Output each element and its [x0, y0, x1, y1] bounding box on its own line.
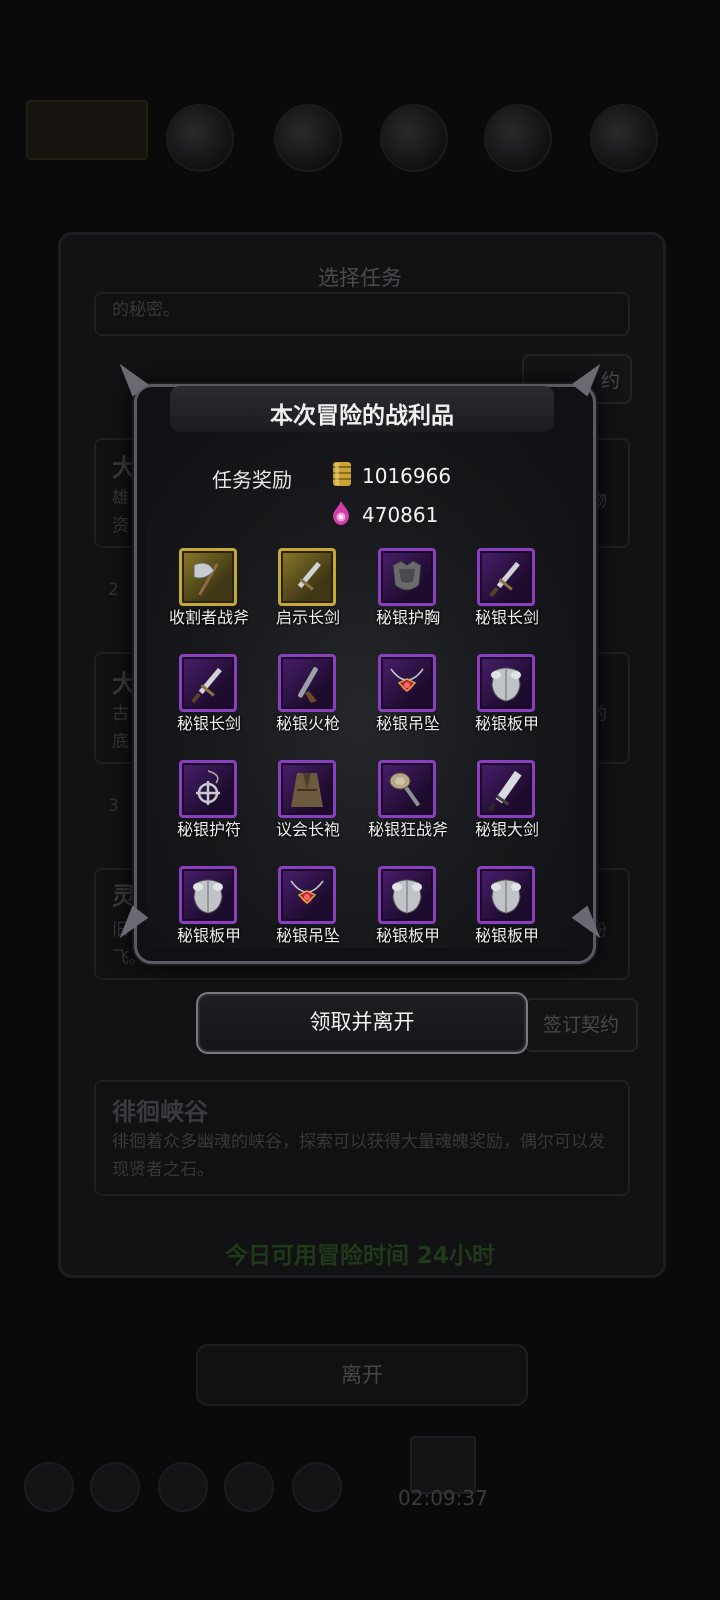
item-label: 秘银吊坠: [375, 714, 440, 733]
soul-amount: 470861: [362, 503, 439, 527]
avatar: [484, 104, 552, 172]
soul-flame-icon: [333, 501, 349, 525]
loot-item[interactable]: 秘银护符: [162, 760, 258, 856]
item-label: 秘银板甲: [176, 926, 241, 945]
pendant-icon: [390, 668, 424, 693]
claim-and-leave-label: 领取并离开: [309, 1010, 415, 1034]
item-slot: [378, 654, 436, 712]
item-slot: [378, 866, 436, 924]
quest-number: 2: [108, 580, 119, 600]
item-label: 议会长袍: [275, 820, 340, 839]
item-label: 秘银火枪: [275, 714, 340, 733]
item-slot: [179, 760, 237, 818]
menu-icon[interactable]: [24, 1462, 74, 1512]
loot-item[interactable]: 秘银板甲: [460, 654, 556, 750]
item-label: 秘银长剑: [474, 608, 539, 627]
longsword-icon: [489, 561, 520, 598]
quest-title: 大: [112, 454, 136, 482]
loot-item[interactable]: 秘银吊坠: [361, 654, 457, 750]
quest-title: 徘徊峡谷: [112, 1098, 208, 1126]
pendant-icon: [290, 880, 324, 905]
loot-grid: 收割者战斧 启示长剑 秘银护胸 秘银长剑 秘银长剑 秘银火枪 秘银吊坠 秘银板甲 秘银护符 议会长…: [146, 540, 576, 948]
modal-title: 本次冒险的战利品: [270, 403, 454, 429]
avatar: [166, 104, 234, 172]
quest-desc: 徘徊着众多幽魂的峡谷，探索可以获得大量魂魄奖励，偶尔可以发现贤者之石。: [112, 1132, 605, 1180]
loot-item[interactable]: 秘银长剑: [162, 654, 258, 750]
item-slot: [278, 654, 336, 712]
menu-icon[interactable]: [292, 1462, 342, 1512]
item-slot: [179, 548, 237, 606]
sign-contract-button[interactable]: 签订契约: [524, 998, 638, 1052]
loot-item[interactable]: 秘银板甲: [162, 866, 258, 948]
robe-icon: [291, 773, 323, 807]
menu-icon[interactable]: [224, 1462, 274, 1512]
avatar: [274, 104, 342, 172]
panel-title: 选择任务: [318, 266, 402, 290]
loot-item[interactable]: 秘银护胸: [361, 548, 457, 644]
quest-desc: 的秘密。: [112, 300, 180, 320]
loot-item[interactable]: 秘银狂战斧: [361, 760, 457, 856]
plate-armor-icon: [392, 879, 422, 914]
timer: 02:09:37: [398, 1486, 488, 1510]
hero-portrait: [26, 100, 148, 160]
loot-item[interactable]: 秘银板甲: [460, 866, 556, 948]
quest-title: 大: [112, 670, 136, 698]
reward-label: 任务奖励: [212, 468, 292, 492]
item-slot: [179, 654, 237, 712]
plate-armor-icon: [193, 879, 223, 914]
item-slot: [378, 548, 436, 606]
quest-number: 3: [108, 796, 119, 816]
item-label: 收割者战斧: [168, 608, 249, 627]
avatar: [590, 104, 658, 172]
item-slot: [278, 866, 336, 924]
item-slot: [477, 548, 535, 606]
berserker-axe-icon: [389, 772, 421, 807]
avatar: [380, 104, 448, 172]
gold-coins-icon: [333, 462, 351, 486]
loot-item[interactable]: 议会长袍: [261, 760, 357, 856]
longsword-icon: [191, 667, 222, 704]
menu-icon[interactable]: [90, 1462, 140, 1512]
gold-amount: 1016966: [362, 464, 452, 488]
loot-item[interactable]: 秘银火枪: [261, 654, 357, 750]
battle-axe-icon: [193, 562, 219, 596]
item-label: 秘银板甲: [474, 926, 539, 945]
loot-item[interactable]: 秘银大剑: [460, 760, 556, 856]
plate-armor-icon: [491, 667, 521, 702]
loot-item[interactable]: 收割者战斧: [162, 548, 258, 644]
item-label: 秘银板甲: [474, 714, 539, 733]
item-label: 秘银护符: [176, 820, 241, 839]
loot-item[interactable]: 启示长剑: [261, 548, 357, 644]
item-label: 秘银狂战斧: [367, 820, 448, 839]
item-label: 秘银吊坠: [275, 926, 340, 945]
item-slot: [179, 866, 237, 924]
leave-button[interactable]: 离开: [196, 1344, 528, 1406]
item-label: 秘银长剑: [176, 714, 241, 733]
item-slot: [278, 760, 336, 818]
loot-item[interactable]: 秘银吊坠: [261, 866, 357, 948]
item-slot: [477, 760, 535, 818]
item-slot: [477, 866, 535, 924]
loot-item[interactable]: 秘银板甲: [361, 866, 457, 948]
chestplate-icon: [392, 560, 422, 591]
musket-icon: [298, 667, 318, 703]
adventure-time: 今日可用冒险时间 24小时: [224, 1243, 495, 1269]
loot-item[interactable]: 秘银长剑: [460, 548, 556, 644]
item-slot: [278, 548, 336, 606]
item-label: 秘银护胸: [375, 608, 440, 627]
item-slot: [378, 760, 436, 818]
greatsword-icon: [488, 770, 522, 811]
plate-armor-icon: [491, 879, 521, 914]
item-label: 秘银大剑: [474, 820, 539, 839]
amulet-icon: [196, 770, 220, 805]
item-label: 启示长剑: [275, 608, 340, 627]
item-slot: [477, 654, 535, 712]
item-label: 秘银板甲: [375, 926, 440, 945]
menu-icon[interactable]: [158, 1462, 208, 1512]
longsword-icon: [290, 561, 321, 598]
